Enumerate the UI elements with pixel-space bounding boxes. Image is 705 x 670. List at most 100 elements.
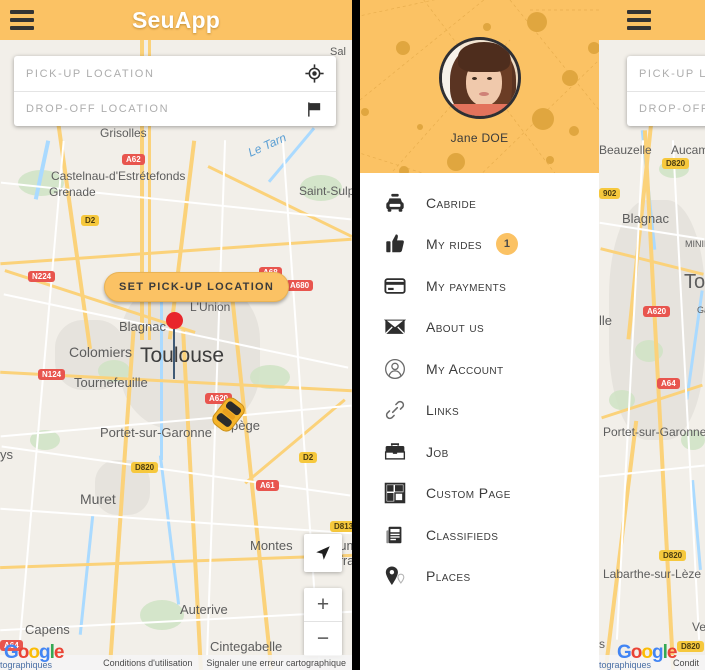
avatar[interactable] xyxy=(438,36,521,119)
user-circle-icon xyxy=(384,358,416,380)
dropoff-location-row[interactable]: DROP-OFF LOCATION xyxy=(14,91,336,126)
map-pin-icon xyxy=(384,565,416,587)
flag-icon[interactable] xyxy=(304,99,324,119)
map-place-label: Grenade xyxy=(49,185,96,199)
navigation-arrow-icon xyxy=(316,546,330,560)
hamburger-bar xyxy=(627,10,651,14)
sidebar-menu: Cabride My rides 1 My payments About us My Ac… xyxy=(360,173,599,597)
app-header: SeuApp xyxy=(0,0,352,40)
map-road-shield: D2 xyxy=(81,215,100,226)
sidebar-item-about-us[interactable]: About us xyxy=(360,307,599,349)
sidebar-item-my-account[interactable]: My Account xyxy=(360,348,599,390)
map-place-label: L'Union xyxy=(190,300,231,314)
zoom-out-button[interactable]: − xyxy=(304,622,342,656)
sidebar-item-label: Custom Page xyxy=(426,485,511,502)
sidebar-item-custom-page[interactable]: Custom Page xyxy=(360,473,599,515)
attribution-data-credit-right[interactable]: tographiques xyxy=(599,660,651,670)
map-place-label: Labarthe-sur-Lèze xyxy=(603,567,702,581)
map-road-shield: A620 xyxy=(643,306,671,317)
map-place-label: Grisolles xyxy=(100,126,147,140)
layout-grid-icon xyxy=(384,482,416,504)
pickup-pin-marker[interactable] xyxy=(166,312,183,379)
avatar-hair-top xyxy=(457,41,510,72)
dropoff-location-input[interactable]: DROP-OFF LOCATION xyxy=(26,103,304,115)
map-place-label: Saint-Sulp xyxy=(299,184,352,198)
hamburger-menu-icon-right[interactable] xyxy=(617,0,661,40)
hamburger-bar xyxy=(10,26,34,30)
map-road-shield: D813 xyxy=(330,521,352,532)
pin-head xyxy=(166,312,183,329)
map-place-label: Tou xyxy=(684,271,705,293)
map-zoom-controls[interactable]: + − xyxy=(304,588,342,656)
sidebar-profile-header: Jane DOE xyxy=(360,0,599,173)
app-title: SeuApp xyxy=(131,6,221,33)
my-location-button[interactable] xyxy=(304,534,342,572)
sidebar-item-my-rides[interactable]: My rides 1 xyxy=(360,224,599,266)
sidebar-item-job[interactable]: Job xyxy=(360,431,599,473)
pickup-location-input-right[interactable]: PICK-UP LOCATION xyxy=(639,68,705,80)
taxi-icon xyxy=(384,192,416,214)
map-road-shield: D820 xyxy=(677,641,705,652)
briefcase-icon xyxy=(384,441,416,463)
hamburger-bar xyxy=(627,18,651,22)
attribution-terms[interactable]: Conditions d'utilisation xyxy=(103,658,192,668)
map-place-label: Ve xyxy=(692,620,705,634)
avatar-eye xyxy=(471,76,477,80)
map-place-label: Portet-sur-Garonne xyxy=(603,425,705,439)
screenshot-stage: Sal Grisolles Castelnau-d'Estrétefonds Gren… xyxy=(0,0,705,670)
sidebar-item-label: Places xyxy=(426,568,471,585)
newspaper-icon xyxy=(384,524,416,546)
sidebar-item-label: My Account xyxy=(426,360,504,377)
pickup-location-row-right[interactable]: PICK-UP LOCATION xyxy=(627,56,705,91)
dropoff-location-row-right[interactable]: DROP-OFF LOCATION xyxy=(627,91,705,126)
hamburger-bar xyxy=(627,26,651,30)
envelope-icon xyxy=(384,316,416,338)
map-place-label: Cintegabelle xyxy=(210,639,283,654)
map-place-label: Colomiers xyxy=(69,344,133,360)
map-place-label: Muret xyxy=(80,491,116,507)
sidebar-item-label: Classifieds xyxy=(426,526,499,543)
crosshair-locate-icon[interactable] xyxy=(304,64,324,84)
attribution-report[interactable]: Signaler une erreur cartographique xyxy=(206,658,346,668)
pin-stem xyxy=(173,329,175,379)
attribution-data-credit[interactable]: tographiques xyxy=(0,660,52,670)
map-road-shield: D820 xyxy=(659,550,687,561)
hamburger-bar xyxy=(10,18,34,22)
hamburger-menu-icon[interactable] xyxy=(0,0,44,40)
map-place-label: ys xyxy=(0,447,13,462)
map-road-shield: A61 xyxy=(256,480,279,491)
panel-divider xyxy=(352,0,360,670)
map-place-label: Capens xyxy=(25,622,70,637)
sidebar-item-classifieds[interactable]: Classifieds xyxy=(360,514,599,556)
zoom-in-button[interactable]: + xyxy=(304,588,342,622)
thumbs-up-icon xyxy=(384,233,416,255)
right-app-panel: Beauzelle Aucam Blagnac MINIM Tou lle Garonne P… xyxy=(599,0,705,670)
map-road-shield: D820 xyxy=(131,462,159,473)
pickup-location-row[interactable]: PICK-UP LOCATION xyxy=(14,56,336,91)
sidebar-item-badge: 1 xyxy=(495,233,518,256)
sidebar-item-my-payments[interactable]: My payments xyxy=(360,265,599,307)
hamburger-bar xyxy=(10,10,34,14)
left-app-panel: Sal Grisolles Castelnau-d'Estrétefonds Gren… xyxy=(0,0,352,670)
avatar-eye xyxy=(486,76,492,80)
sidebar-item-cabride[interactable]: Cabride xyxy=(360,182,599,224)
map-place-label: Blagnac xyxy=(119,319,166,334)
map-place-label: Beauzelle xyxy=(599,143,652,157)
sidebar-item-label: Cabride xyxy=(426,194,477,211)
sidebar-item-links[interactable]: Links xyxy=(360,390,599,432)
avatar-lips xyxy=(478,91,489,96)
attribution-terms-right[interactable]: Condit xyxy=(673,658,699,668)
map-place-label: Montes xyxy=(250,538,293,553)
sidebar-item-places[interactable]: Places xyxy=(360,556,599,598)
map-place-label: Portet-sur-Garonne xyxy=(100,425,212,440)
map-place-label: Aucam xyxy=(671,143,705,157)
location-search-card: PICK-UP LOCATION DROP-OFF LOCATION xyxy=(14,56,336,126)
sidebar-item-label: My payments xyxy=(426,277,507,294)
sidebar-item-label: My rides xyxy=(426,236,482,253)
map-place-label: Blagnac xyxy=(622,211,669,226)
map-road-shield: A64 xyxy=(657,378,680,389)
sidebar-panel: Jane DOE Cabride My rides 1 My payments Abou… xyxy=(360,0,599,670)
dropoff-location-input-right[interactable]: DROP-OFF LOCATION xyxy=(639,103,705,115)
pickup-location-input[interactable]: PICK-UP LOCATION xyxy=(26,68,304,80)
set-pickup-location-button[interactable]: SET PICK-UP LOCATION xyxy=(104,272,290,302)
